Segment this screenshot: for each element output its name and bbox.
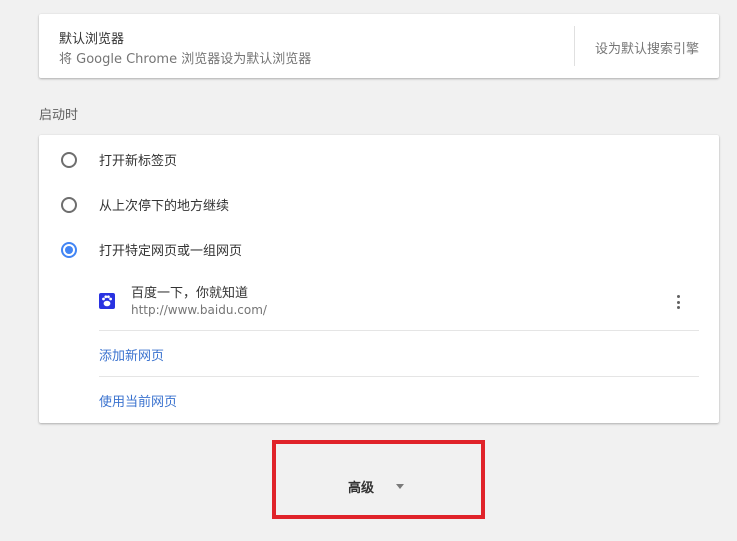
advanced-label: 高级 [348, 481, 375, 496]
default-browser-card: 默认浏览器 将 Google Chrome 浏览器设为默认浏览器 设为默认搜索引… [39, 14, 719, 78]
radio-checked-icon[interactable] [61, 242, 77, 258]
chevron-down-icon [396, 484, 404, 489]
startup-section-title: 启动时 [39, 108, 79, 123]
set-default-button[interactable]: 设为默认搜索引擎 [595, 38, 699, 57]
startup-option-label: 打开特定网页或一组网页 [99, 244, 243, 259]
divider [99, 376, 699, 377]
startup-card: 打开新标签页 从上次停下的地方继续 打开特定网页或一组网页 百度一下，你就知道 … [39, 135, 719, 423]
radio-unchecked-icon[interactable] [61, 152, 77, 168]
add-new-page-link[interactable]: 添加新网页 [99, 345, 164, 364]
advanced-toggle[interactable]: 高级 [272, 440, 485, 519]
startup-option-continue[interactable]: 从上次停下的地方继续 [39, 183, 719, 223]
more-vert-icon[interactable] [669, 290, 689, 314]
startup-option-label: 从上次停下的地方继续 [99, 199, 230, 214]
startup-page-url: http://www.baidu.com/ [131, 303, 267, 317]
radio-unchecked-icon[interactable] [61, 197, 77, 213]
startup-option-specific-pages[interactable]: 打开特定网页或一组网页 [39, 228, 719, 268]
divider [99, 330, 699, 331]
startup-page-entry: 百度一下，你就知道 http://www.baidu.com/ [99, 280, 699, 330]
divider [574, 26, 575, 66]
startup-option-label: 打开新标签页 [99, 154, 178, 169]
default-browser-subtitle: 将 Google Chrome 浏览器设为默认浏览器 [59, 52, 312, 67]
startup-option-new-tab[interactable]: 打开新标签页 [39, 138, 719, 178]
highlight-box [272, 440, 485, 519]
baidu-paw-icon [99, 293, 115, 309]
startup-page-name: 百度一下，你就知道 [131, 286, 249, 301]
use-current-pages-link[interactable]: 使用当前网页 [99, 391, 177, 410]
default-browser-title: 默认浏览器 [59, 32, 125, 47]
